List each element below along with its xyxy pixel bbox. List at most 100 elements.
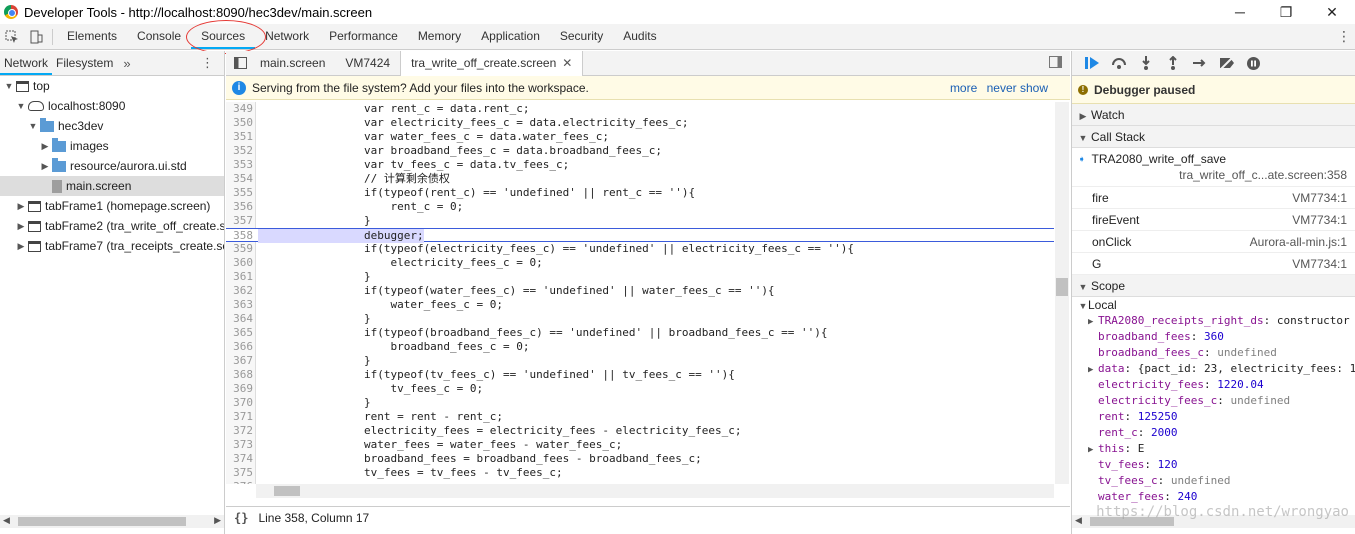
step-icon[interactable] (1186, 52, 1213, 74)
line-number[interactable]: 358 (226, 229, 253, 243)
scope-variable[interactable]: electricity_fees: 1220.04 (1072, 377, 1355, 393)
scroll-right-icon[interactable]: ▶ (214, 515, 221, 526)
code-line[interactable]: 369 tv_fees_c = 0; (226, 382, 1054, 396)
step-into-icon[interactable] (1132, 52, 1159, 74)
line-number[interactable]: 376 (226, 480, 253, 484)
code-line[interactable]: 361 } (226, 270, 1054, 284)
tab-elements[interactable]: Elements (57, 24, 127, 49)
tab-network[interactable]: Network (0, 51, 53, 75)
expand-arrow-icon[interactable]: ▶ (1088, 362, 1098, 377)
scope-section-header[interactable]: ▼ Scope (1072, 275, 1355, 297)
scope-variable[interactable]: broadband_fees: 360 (1072, 329, 1355, 345)
local-scope-header[interactable]: ▼Local (1072, 297, 1355, 313)
line-text[interactable]: if(typeof(tv_fees_c) == 'undefined' || t… (258, 368, 735, 382)
scope-variable[interactable]: broadband_fees_c: undefined (1072, 345, 1355, 361)
line-number[interactable]: 351 (226, 130, 253, 144)
tab-network[interactable]: Network (255, 24, 319, 49)
scroll-left-icon[interactable]: ◀ (3, 515, 10, 526)
step-over-icon[interactable] (1105, 52, 1132, 74)
line-text[interactable]: electricity_fees = electricity_fees - el… (258, 424, 742, 438)
line-number[interactable]: 366 (226, 340, 253, 354)
code-line[interactable]: 360 electricity_fees_c = 0; (226, 256, 1054, 270)
line-text[interactable]: var water_fees_c = data.water_fees_c; (258, 130, 609, 144)
code-line[interactable]: 371 rent = rent - rent_c; (226, 410, 1054, 424)
tree-item[interactable]: ▼ localhost:8090 (0, 96, 224, 116)
scope-variable[interactable]: water_fees: 240 (1072, 489, 1355, 505)
line-number[interactable]: 365 (226, 326, 253, 340)
code-line[interactable]: 353 var tv_fees_c = data.tv_fees_c; (226, 158, 1054, 172)
tree-item[interactable]: main.screen (0, 176, 224, 196)
minimize-button[interactable]: ─ (1217, 0, 1263, 24)
line-number[interactable]: 349 (226, 102, 253, 116)
line-number[interactable]: 371 (226, 410, 253, 424)
line-text[interactable]: } (258, 214, 371, 228)
expand-arrow-icon[interactable]: ▶ (1088, 442, 1098, 457)
line-text[interactable]: debugger; (258, 229, 424, 243)
tree-item[interactable]: ▶ images (0, 136, 224, 156)
tree-item[interactable]: ▶ resource/aurora.ui.std (0, 156, 224, 176)
never-show-link[interactable]: never show (987, 81, 1048, 95)
tree-item[interactable]: ▶ tabFrame7 (tra_receipts_create.screen) (0, 236, 224, 256)
line-text[interactable]: tv_fees_c = 0; (258, 382, 483, 396)
line-number[interactable]: 357 (226, 214, 253, 228)
file-tab-main-screen[interactable]: main.screen (250, 51, 335, 76)
expand-arrow-icon[interactable]: ▶ (16, 216, 26, 236)
code-line[interactable]: 362 if(typeof(water_fees_c) == 'undefine… (226, 284, 1054, 298)
editor-h-scrollbar[interactable] (256, 484, 1054, 498)
inspect-element-icon[interactable] (0, 25, 24, 49)
toggle-debugger-icon[interactable] (1049, 56, 1062, 71)
line-number[interactable]: 354 (226, 172, 253, 186)
tab-application[interactable]: Application (471, 24, 550, 49)
line-text[interactable]: if(typeof(water_fees_c) == 'undefined' |… (258, 284, 775, 298)
code-line[interactable]: 373 water_fees = water_fees - water_fees… (226, 438, 1054, 452)
expand-arrow-icon[interactable]: ▶ (16, 236, 26, 256)
tab-sources[interactable]: Sources (191, 24, 256, 49)
scrollbar-thumb[interactable] (1056, 278, 1068, 296)
tree-item[interactable]: ▶ tabFrame1 (homepage.screen) (0, 196, 224, 216)
more-tabs-icon[interactable]: » (123, 56, 130, 71)
line-number[interactable]: 369 (226, 382, 253, 396)
line-text[interactable]: tv_fees = tv_fees - tv_fees_c; (258, 466, 563, 480)
call-frame[interactable]: onClick Aurora-all-min.js:1 (1072, 231, 1355, 253)
line-text[interactable]: electricity_fees_c = 0; (258, 256, 542, 270)
line-number[interactable]: 373 (226, 438, 253, 452)
code-line[interactable]: 351 var water_fees_c = data.water_fees_c… (226, 130, 1054, 144)
pause-on-exceptions-icon[interactable] (1240, 52, 1267, 74)
line-number[interactable]: 359 (226, 242, 253, 256)
line-text[interactable]: broadband_fees_c = 0; (258, 340, 529, 354)
scope-variable[interactable]: tv_fees_c: undefined (1072, 473, 1355, 489)
tab-audits[interactable]: Audits (613, 24, 666, 49)
scope-variable[interactable]: ▶ data: {pact_id: 23, electricity_fees: 1 (1072, 361, 1355, 377)
line-text[interactable]: rent_c = 0; (258, 200, 463, 214)
step-out-icon[interactable] (1159, 52, 1186, 74)
tree-item[interactable]: ▶ tabFrame2 (tra_write_off_create.screen) (0, 216, 224, 236)
expand-arrow-icon[interactable]: ▶ (1088, 314, 1098, 329)
line-number[interactable]: 368 (226, 368, 253, 382)
call-frame-current[interactable]: ➧ TRA2080_write_off_save tra_write_off_c.… (1072, 148, 1355, 187)
line-text[interactable]: if(typeof(rent_c) == 'undefined' || rent… (258, 186, 695, 200)
collapse-arrow-icon[interactable]: ▼ (28, 116, 38, 136)
tab-console[interactable]: Console (127, 24, 191, 49)
file-tab-tra-write-off-create[interactable]: tra_write_off_create.screen ✕ (400, 50, 584, 76)
scope-variable[interactable]: rent: 125250 (1072, 409, 1355, 425)
scrollbar-thumb[interactable] (274, 486, 300, 496)
code-line[interactable]: 368 if(typeof(tv_fees_c) == 'undefined' … (226, 368, 1054, 382)
tab-performance[interactable]: Performance (319, 24, 408, 49)
call-frame[interactable]: fireEvent VM7734:1 (1072, 209, 1355, 231)
line-number[interactable]: 364 (226, 312, 253, 326)
deactivate-breakpoints-icon[interactable] (1213, 52, 1240, 74)
expand-arrow-icon[interactable]: ▶ (16, 196, 26, 216)
line-text[interactable]: if(typeof(broadband_fees_c) == 'undefine… (258, 326, 828, 340)
expand-arrow-icon[interactable]: ▶ (40, 136, 50, 156)
collapse-arrow-icon[interactable]: ▼ (4, 76, 14, 96)
resume-icon[interactable] (1078, 52, 1105, 74)
scroll-left-icon[interactable]: ◀ (1075, 515, 1082, 526)
line-text[interactable]: } (258, 270, 371, 284)
scope-variable[interactable]: rent_c: 2000 (1072, 425, 1355, 441)
code-line[interactable]: 356 rent_c = 0; (226, 200, 1054, 214)
line-number[interactable]: 362 (226, 284, 253, 298)
navigator-menu-icon[interactable]: ⋮ (201, 55, 214, 71)
scope-variable[interactable]: electricity_fees_c: undefined (1072, 393, 1355, 409)
line-text[interactable]: var rent_c = data.rent_c; (258, 102, 530, 116)
close-tab-icon[interactable]: ✕ (562, 56, 572, 70)
